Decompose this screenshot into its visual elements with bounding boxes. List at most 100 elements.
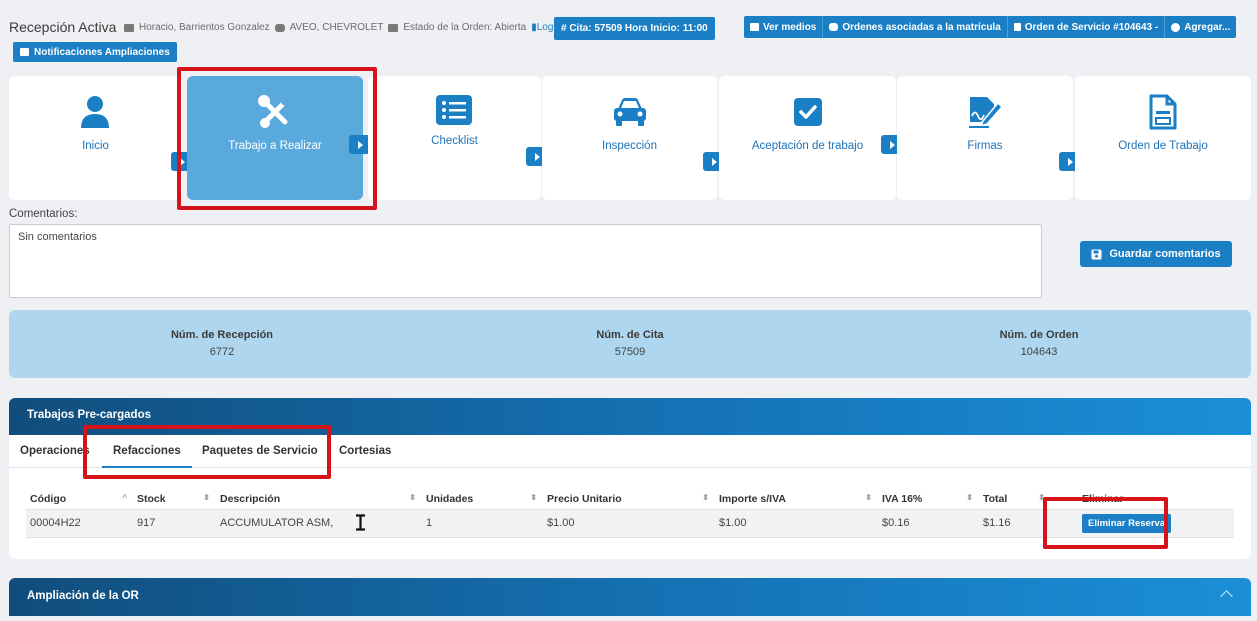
ampliacion-header[interactable]: Ampliación de la OR (9, 578, 1251, 616)
sort-icon[interactable]: ⬍ (203, 493, 210, 502)
notificaciones-label: Notificaciones Ampliaciones (34, 46, 170, 58)
cita-label: # Cita: 57509 Hora Inicio: 11:00 (561, 23, 708, 34)
column-header[interactable]: IVA 16% ⬍ (878, 489, 979, 510)
comments-textarea[interactable]: Sin comentarios (9, 224, 1042, 298)
step-inspeccion[interactable]: Inspección (542, 76, 717, 200)
cell-total: $1.16 (979, 509, 1051, 538)
agregar-button[interactable]: Agregar... (1165, 16, 1237, 38)
order-meta: Horacio, Barrientos Gonzalez AVEO, CHEVR… (124, 22, 553, 33)
cell-unidades: 1 (422, 509, 543, 538)
comments-label: Comentarios: (9, 208, 78, 220)
cell-importe: $1.00 (715, 509, 878, 538)
orden-servicio-button[interactable]: Orden de Servicio #104643 - (1007, 16, 1166, 38)
step-label: Inspección (602, 140, 657, 152)
table-row: 00004H22 917 ACCUMULATOR ASM, 1 $1.00 $1… (26, 509, 1234, 538)
ampliacion-card: Ampliación de la OR (9, 578, 1251, 621)
plus-circle-icon (1171, 22, 1181, 32)
cell-precio: $1.00 (543, 509, 715, 538)
step-label: Trabajo a Realizar (228, 140, 322, 152)
tab-paquetes-de-servicio[interactable]: Paquetes de Servicio (202, 445, 318, 457)
client-name: Horacio, Barrientos Gonzalez (139, 22, 270, 33)
order-number-title: Núm. de Orden (999, 329, 1079, 341)
eliminar-reserva-button[interactable]: Eliminar Reserva (1082, 513, 1172, 533)
orden-servicio-label: Orden de Servicio #104643 - (1024, 21, 1159, 33)
grid-icon (750, 23, 759, 31)
column-header[interactable]: Precio Unitario ⬍ (543, 489, 715, 510)
reception-number-value: 6772 (209, 346, 235, 358)
notificaciones-button[interactable]: Notificaciones Ampliaciones (13, 42, 177, 62)
chevron-up-icon[interactable] (1220, 590, 1233, 603)
log-link[interactable]: ▮Log (531, 22, 553, 33)
save-comments-button[interactable]: Guardar comentarios (1080, 241, 1232, 267)
text-cursor-icon (356, 514, 365, 531)
step-firmas[interactable]: Firmas (897, 76, 1073, 200)
cell-codigo: 00004H22 (26, 509, 133, 538)
sort-icon[interactable]: ⬍ (1038, 493, 1045, 502)
step-checklist[interactable]: Checklist (368, 76, 541, 200)
column-header-label: Total (983, 492, 1008, 505)
copy-icon (1013, 23, 1021, 31)
document-icon (1143, 94, 1183, 130)
appointment-number-value: 57509 (614, 346, 646, 358)
folder-icon (388, 23, 399, 32)
reception-number: Núm. de Recepción 6772 (122, 329, 322, 358)
order-number-value: 104643 (1020, 346, 1058, 358)
sort-icon[interactable]: ⬍ (702, 493, 709, 502)
column-header[interactable]: Código ^ (26, 489, 133, 510)
trabajos-header: Trabajos Pre-cargados (9, 398, 1251, 435)
sort-icon[interactable]: ⬍ (865, 493, 872, 502)
car-icon (829, 23, 839, 31)
column-header[interactable]: Descripción ⬍ (216, 489, 422, 510)
column-header-label: Unidades (426, 492, 474, 505)
column-header[interactable]: Unidades ⬍ (422, 489, 543, 510)
column-header[interactable]: Stock ⬍ (133, 489, 216, 510)
column-header[interactable]: Importe s/IVA ⬍ (715, 489, 878, 510)
step-trabajo-a-realizar[interactable]: Trabajo a Realizar (187, 76, 363, 200)
car-small-icon (274, 23, 285, 32)
reception-number-title: Núm. de Recepción (170, 329, 274, 341)
column-header[interactable]: Total ⬍ (979, 489, 1051, 510)
cell-action: Eliminar Reserva (1051, 509, 1234, 538)
step-label: Aceptación de trabajo (751, 140, 864, 152)
column-header-label: Código (30, 492, 67, 505)
ampliacion-title: Ampliación de la OR (27, 590, 139, 602)
column-header-label: Descripción (220, 492, 281, 505)
agregar-label: Agregar... (1184, 21, 1231, 33)
tools-icon (255, 94, 295, 130)
sort-icon[interactable]: ⬍ (966, 493, 973, 502)
sort-icon[interactable]: ⬍ (409, 493, 416, 502)
table-header-row: Código ^ Stock ⬍ Descripción ⬍ Unidades ⬍ Pr… (26, 489, 1234, 510)
vehicle-name: AVEO, CHEVROLET (289, 22, 384, 33)
column-header-label: Precio Unitario (547, 492, 622, 505)
step-label: Checklist (431, 135, 478, 147)
log-label[interactable]: Log (537, 22, 554, 33)
tab-operaciones[interactable]: Operaciones (20, 445, 90, 457)
sort-icon[interactable]: ⬍ (530, 493, 537, 502)
column-header-label: Importe s/IVA (719, 492, 786, 505)
step-label: Firmas (967, 140, 1003, 152)
column-header: Eliminar (1051, 489, 1234, 510)
order-status: Estado de la Orden: Abierta (403, 22, 527, 33)
sort-up-icon[interactable]: ^ (122, 493, 127, 502)
signature-icon (965, 94, 1005, 130)
tab-refacciones[interactable]: Refacciones (102, 445, 192, 468)
ver-medios-button[interactable]: Ver medios (744, 16, 824, 38)
cell-descripcion: ACCUMULATOR ASM, (216, 509, 422, 538)
ver-medios-label: Ver medios (763, 21, 817, 33)
column-header-label: IVA 16% (882, 492, 923, 505)
cita-badge[interactable]: # Cita: 57509 Hora Inicio: 11:00 (554, 17, 715, 40)
tab-cortesias[interactable]: Cortesias (339, 445, 391, 457)
column-header-label: Stock (137, 492, 166, 505)
step-orden-de-trabajo[interactable]: Orden de Trabajo (1075, 76, 1251, 200)
ordenes-asociadas-button[interactable]: Ordenes asociadas a la matrícula (823, 16, 1008, 38)
step-aceptacion[interactable]: Aceptación de trabajo (719, 76, 896, 200)
step-inicio[interactable]: Inicio (9, 76, 182, 200)
envelope-icon (20, 48, 29, 56)
column-header-label: Eliminar (1082, 492, 1124, 505)
cell-iva: $0.16 (878, 509, 979, 538)
next-arrow-button[interactable] (349, 135, 370, 154)
appointment-number: Núm. de Cita 57509 (530, 329, 730, 358)
save-comments-label: Guardar comentarios (1109, 248, 1221, 260)
page-title: Recepción Activa (9, 19, 117, 35)
trabajos-precargados-card: Trabajos Pre-cargados Operaciones Refacc… (9, 398, 1251, 559)
